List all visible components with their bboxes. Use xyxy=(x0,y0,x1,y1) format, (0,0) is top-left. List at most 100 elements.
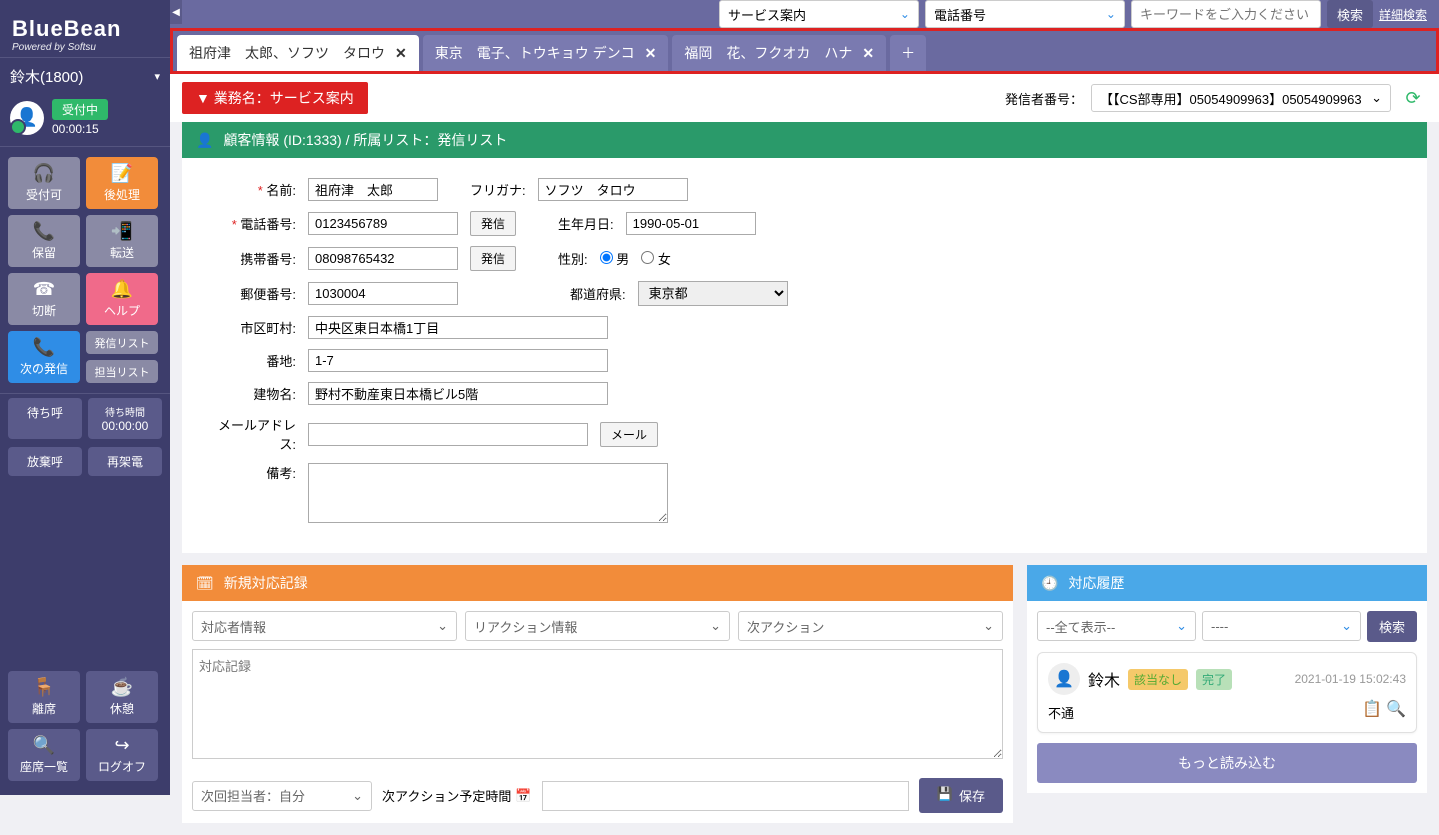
tab-add-button[interactable]: ＋ xyxy=(890,35,926,71)
clipboard-icon: 🗓 xyxy=(196,575,214,592)
chevron-down-icon: ⌄ xyxy=(710,618,721,634)
history-agent: 鈴木 xyxy=(1088,667,1120,691)
history-badge-2: 完了 xyxy=(1196,669,1232,690)
gender-label: 性別: xyxy=(558,249,588,268)
phone-icon: 📞 xyxy=(33,337,55,358)
building-label: 建物名: xyxy=(206,384,296,403)
chevron-down-icon: ⌄ xyxy=(1106,7,1116,21)
reaction-select[interactable]: リアクション情報⌄ xyxy=(465,611,730,641)
search-field-select[interactable]: 電話番号⌄ xyxy=(925,0,1125,28)
gender-male-radio[interactable]: 男 xyxy=(600,249,630,268)
street-label: 番地: xyxy=(206,351,296,370)
street-input[interactable] xyxy=(308,349,608,372)
logo-main: BlueBean xyxy=(12,16,158,42)
next-call-button[interactable]: 📞次の発信 xyxy=(8,331,80,383)
avatar: 👤 xyxy=(1048,663,1080,695)
tab-customer-1[interactable]: 祖府津 太郎、ソフツ タロウ✕ xyxy=(177,35,419,71)
zip-input[interactable] xyxy=(308,282,458,305)
close-icon[interactable]: ✕ xyxy=(645,45,657,62)
postprocess-button[interactable]: 📝後処理 xyxy=(86,157,158,209)
name-input[interactable] xyxy=(308,178,438,201)
wait-time-display: 待ち時間 00:00:00 xyxy=(88,398,162,439)
record-panel: 🗓新規対応記録 対応者情報⌄ リアクション情報⌄ 次アクション⌄ 次回担当者：自… xyxy=(182,565,1013,823)
chevron-down-icon: ⌄ xyxy=(1371,90,1382,106)
logo-sub: Powered by Softsu xyxy=(12,42,158,53)
agent-name: 鈴木(1800) xyxy=(10,66,148,87)
history-filter-1[interactable]: --全て表示--⌄ xyxy=(1037,611,1196,641)
person-icon: 👤 xyxy=(196,132,213,149)
load-more-button[interactable]: もっと読み込む xyxy=(1037,743,1417,783)
customer-info-header: 👤顧客情報 (ID:1333) / 所属リスト：発信リスト xyxy=(182,122,1427,158)
help-button[interactable]: 🔔ヘルプ xyxy=(86,273,158,325)
chevron-down-icon: ⌄ xyxy=(437,618,448,634)
hangup-button[interactable]: ☎切断 xyxy=(8,273,80,325)
history-item[interactable]: 👤 鈴木 該当なし 完了 2021-01-19 15:02:43 不通 📋🔍 xyxy=(1037,652,1417,733)
hold-button[interactable]: 📞保留 xyxy=(8,215,80,267)
pref-label: 都道府県: xyxy=(570,284,626,303)
call-tel-button[interactable]: 発信 xyxy=(470,211,516,236)
mail-button[interactable]: メール xyxy=(600,422,658,447)
recall-button[interactable]: 再架電 xyxy=(88,447,162,476)
agent-selector[interactable]: 鈴木(1800) ▾ xyxy=(0,58,170,95)
status-badge: 受付中 xyxy=(52,99,108,120)
mobile-label: 携帯番号: xyxy=(206,249,296,268)
save-button[interactable]: 💾保存 xyxy=(919,778,1003,813)
chevron-down-icon: ⌄ xyxy=(1176,618,1187,634)
email-input[interactable] xyxy=(308,423,588,446)
advanced-search-link[interactable]: 詳細検索 xyxy=(1379,6,1427,23)
search-category-select[interactable]: サービス案内⌄ xyxy=(719,0,919,28)
transfer-icon: 📲 xyxy=(111,221,133,242)
out-list-button[interactable]: 発信リスト xyxy=(86,331,158,354)
close-icon[interactable]: ✕ xyxy=(862,45,874,62)
building-input[interactable] xyxy=(308,382,608,405)
pref-select[interactable]: 東京都 xyxy=(638,281,788,306)
transfer-button[interactable]: 📲転送 xyxy=(86,215,158,267)
search-input[interactable] xyxy=(1131,0,1321,28)
tab-customer-2[interactable]: 東京 電子、トウキョウ デンコ✕ xyxy=(423,35,669,71)
zip-label: 郵便番号: xyxy=(206,284,296,303)
waiting-calls-button[interactable]: 待ち呼 xyxy=(8,398,82,439)
call-mobile-button[interactable]: 発信 xyxy=(470,246,516,271)
caller-number-select[interactable]: 【【CS部専用】05054909963】05054909963⌄ xyxy=(1091,84,1391,112)
history-panel: 🕘対応履歴 --全て表示--⌄ ----⌄ 検索 👤 鈴木 該当なし xyxy=(1027,565,1427,823)
search-button[interactable]: 検索 xyxy=(1327,0,1373,28)
tabbar-highlight: 祖府津 太郎、ソフツ タロウ✕ 東京 電子、トウキョウ デンコ✕ 福岡 花、フク… xyxy=(170,28,1439,74)
ready-button[interactable]: 🎧受付可 xyxy=(8,157,80,209)
memo-textarea[interactable] xyxy=(308,463,668,523)
logoff-button[interactable]: ↪ログオフ xyxy=(86,729,158,781)
next-action-time-input[interactable] xyxy=(542,781,909,811)
business-row: ▼ 業務名：サービス案内 発信者番号： 【【CS部専用】05054909963】… xyxy=(170,74,1439,122)
detail-icon[interactable]: 🔍 xyxy=(1386,699,1406,722)
history-search-button[interactable]: 検索 xyxy=(1367,611,1417,642)
refresh-button[interactable]: ⟳ xyxy=(1399,84,1427,112)
save-icon: 💾 xyxy=(937,786,953,805)
plus-icon: ＋ xyxy=(901,43,915,63)
chevron-down-icon: ▾ xyxy=(154,70,160,83)
gender-female-radio[interactable]: 女 xyxy=(641,249,671,268)
mobile-input[interactable] xyxy=(308,247,458,270)
next-assignee-select[interactable]: 次回担当者：自分⌄ xyxy=(192,781,372,811)
clock-icon: 🕘 xyxy=(1041,575,1058,592)
seats-button[interactable]: 🔍座席一覧 xyxy=(8,729,80,781)
sidebar-collapse-button[interactable]: ◀ xyxy=(170,0,182,24)
assign-list-button[interactable]: 担当リスト xyxy=(86,360,158,383)
close-icon[interactable]: ✕ xyxy=(395,45,407,62)
calendar-icon: 📅 xyxy=(515,788,531,804)
edit-icon: 📝 xyxy=(111,163,133,184)
next-action-select[interactable]: 次アクション⌄ xyxy=(738,611,1003,641)
break-button[interactable]: ☕休憩 xyxy=(86,671,158,723)
birth-input[interactable] xyxy=(626,212,756,235)
city-input[interactable] xyxy=(308,316,608,339)
responder-select[interactable]: 対応者情報⌄ xyxy=(192,611,457,641)
away-button[interactable]: 🪑離席 xyxy=(8,671,80,723)
record-textarea[interactable] xyxy=(192,649,1003,759)
history-filter-2[interactable]: ----⌄ xyxy=(1202,611,1361,641)
kana-input[interactable] xyxy=(538,178,688,201)
abandoned-calls-button[interactable]: 放棄呼 xyxy=(8,447,82,476)
tab-customer-3[interactable]: 福岡 花、フクオカ ハナ✕ xyxy=(672,35,886,71)
history-text: 不通 xyxy=(1048,703,1074,722)
customer-info-panel: 👤顧客情報 (ID:1333) / 所属リスト：発信リスト 名前: フリガナ: … xyxy=(182,122,1427,553)
note-icon[interactable]: 📋 xyxy=(1362,699,1382,722)
tel-input[interactable] xyxy=(308,212,458,235)
business-name-tag: ▼ 業務名：サービス案内 xyxy=(182,82,368,114)
